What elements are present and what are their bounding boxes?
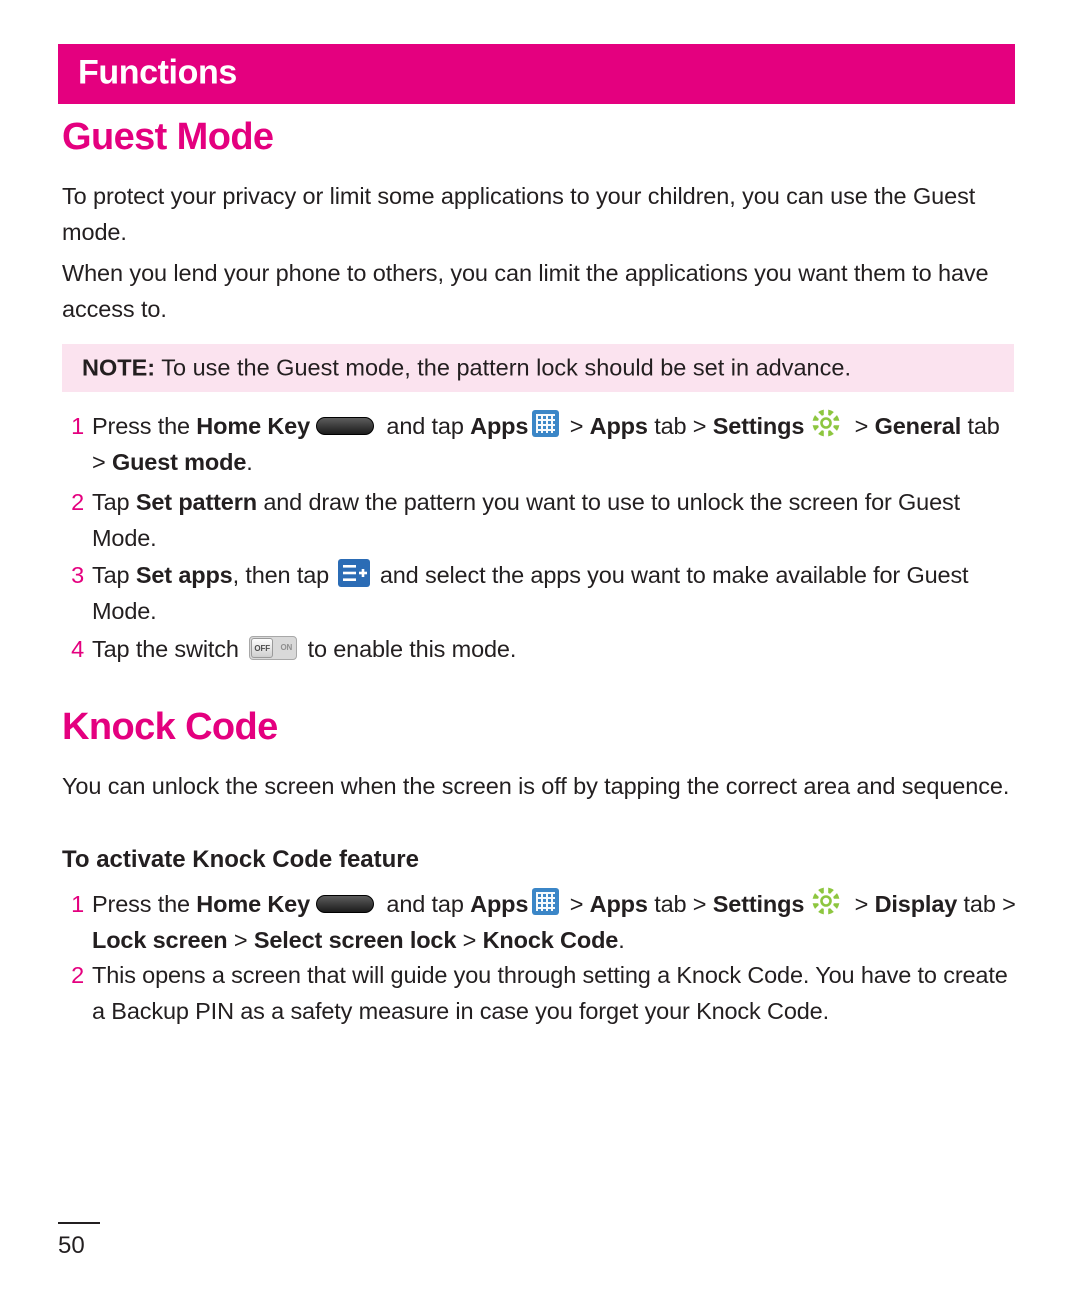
- step-text-part: Press the: [92, 413, 197, 439]
- knock-code-step-2: 2 This opens a screen that will guide yo…: [56, 957, 1016, 1029]
- knock-code-label: Knock Code: [482, 927, 619, 953]
- guest-mode-step-2: 2 Tap Set pattern and draw the pattern y…: [56, 484, 1016, 556]
- page-title: Functions: [78, 53, 237, 92]
- select-screen-lock-label: Select screen lock: [253, 927, 457, 953]
- step-text: Press the Home Key and tap Apps > Apps t…: [92, 408, 1016, 480]
- step-number: 1: [71, 413, 84, 439]
- step-number: 3: [71, 562, 84, 588]
- note-box: NOTE: To use the Guest mode, the pattern…: [62, 344, 1014, 392]
- step-text-part: >: [848, 413, 875, 439]
- note-text: NOTE: To use the Guest mode, the pattern…: [82, 355, 851, 382]
- step-number: 1: [71, 891, 84, 917]
- guest-mode-step-4: 4 Tap the switch OFF ON to enable this mo…: [56, 631, 1016, 667]
- settings-gear-icon: [808, 408, 844, 438]
- step-text: This opens a screen that will guide you …: [92, 962, 1008, 1024]
- step-text-part: >: [456, 927, 483, 953]
- home-key-icon: [316, 416, 375, 435]
- guest-mode-paragraph-2: When you lend your phone to others, you …: [62, 260, 989, 322]
- step-text-part: and tap: [380, 891, 471, 917]
- section-title-knock-code: Knock Code: [62, 706, 278, 748]
- step-number: 4: [71, 636, 84, 662]
- off-on-toggle-icon: OFF ON: [249, 635, 298, 660]
- step-text-part: tab >: [647, 891, 713, 917]
- step-text-part: , then tap: [232, 562, 336, 588]
- set-apps-icon: [338, 558, 371, 587]
- page-header-bar: Functions: [58, 44, 1015, 104]
- step-text-part: >: [848, 891, 875, 917]
- apps-label: Apps: [470, 413, 529, 439]
- step-text: Tap the switch OFF ON to enable this mode…: [92, 631, 1016, 667]
- set-pattern-label: Set pattern: [135, 489, 257, 515]
- knock-code-paragraph-1: You can unlock the screen when the scree…: [62, 773, 1010, 799]
- step-number: 2: [71, 962, 84, 988]
- apps-grid-icon: [532, 888, 560, 916]
- knock-code-step-1: 1 Press the Home Key and tap Apps > Apps…: [56, 886, 1016, 958]
- step-text-part: tab >: [647, 413, 713, 439]
- manual-page: Functions Guest Mode To protect your pri…: [0, 0, 1080, 1296]
- step-text-part: and tap: [380, 413, 471, 439]
- step-number: 2: [71, 489, 84, 515]
- home-key-label: Home Key: [196, 413, 311, 439]
- apps-label: Apps: [470, 891, 529, 917]
- page-number: 50: [58, 1232, 85, 1259]
- knock-code-subheading: To activate Knock Code feature: [62, 846, 419, 873]
- apps-grid-icon: [532, 410, 560, 438]
- step-text-part: .: [618, 927, 625, 953]
- step-text: Press the Home Key and tap Apps > Apps t…: [92, 886, 1016, 958]
- step-text: Tap Set apps, then tap and select the ap…: [92, 557, 1016, 629]
- note-label: NOTE:: [82, 354, 156, 381]
- section-title-guest-mode: Guest Mode: [62, 116, 274, 158]
- step-text-part: .: [246, 449, 253, 475]
- step-text-part: tab >: [957, 891, 1016, 917]
- lock-screen-label: Lock screen: [92, 927, 228, 953]
- home-key-icon: [316, 894, 375, 913]
- general-tab-label: General: [874, 413, 962, 439]
- settings-label: Settings: [712, 413, 805, 439]
- settings-gear-icon: [808, 886, 844, 916]
- settings-label: Settings: [712, 891, 805, 917]
- step-text-part: Tap: [92, 489, 136, 515]
- step-text-part: >: [563, 891, 590, 917]
- set-apps-label: Set apps: [135, 562, 233, 588]
- step-text-part: >: [563, 413, 590, 439]
- apps-tab-label: Apps: [589, 413, 648, 439]
- step-text-part: Press the: [92, 891, 197, 917]
- guest-mode-step-1: 1 Press the Home Key and tap Apps > Apps…: [56, 408, 1016, 480]
- apps-tab-label: Apps: [589, 891, 648, 917]
- step-text-part: Tap the switch: [92, 636, 246, 662]
- home-key-label: Home Key: [196, 891, 311, 917]
- step-text-part: Tap: [92, 562, 136, 588]
- display-tab-label: Display: [874, 891, 958, 917]
- step-text-part: to enable this mode.: [301, 636, 517, 662]
- footer-divider: [58, 1222, 100, 1224]
- step-text-part: >: [227, 927, 254, 953]
- guest-mode-label: Guest mode: [111, 449, 247, 475]
- note-body: To use the Guest mode, the pattern lock …: [155, 354, 851, 381]
- step-text: Tap Set pattern and draw the pattern you…: [92, 484, 1016, 556]
- guest-mode-step-3: 3 Tap Set apps, then tap and select the …: [56, 557, 1016, 629]
- guest-mode-paragraph-1: To protect your privacy or limit some ap…: [62, 183, 976, 245]
